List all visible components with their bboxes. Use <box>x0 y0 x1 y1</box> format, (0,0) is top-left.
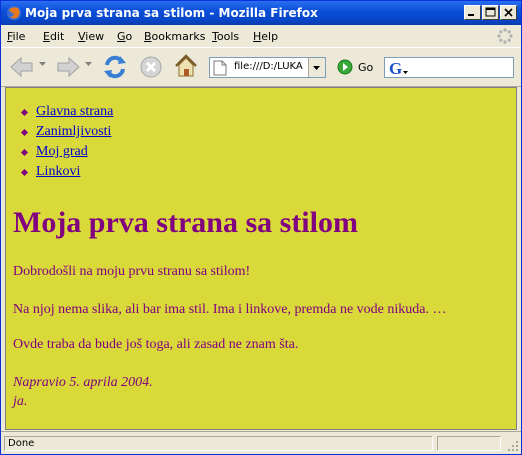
menu-edit[interactable]: Edit <box>43 30 64 43</box>
list-item: Linkovi <box>20 162 113 182</box>
paragraph-more: Ovde traba da bude još toga, ali zasad n… <box>13 337 299 352</box>
home-icon[interactable] <box>173 53 199 79</box>
signature-date: Napravio 5. aprila 2004. <box>13 375 153 390</box>
resize-grip-icon[interactable] <box>507 440 519 452</box>
back-arrow-icon[interactable] <box>9 55 35 79</box>
firefox-icon <box>7 6 21 20</box>
menu-file[interactable]: File <box>7 30 25 43</box>
maximize-icon <box>485 7 496 17</box>
paragraph-welcome: Dobrodošli na moju prvu stranu sa stilom… <box>13 264 251 279</box>
window-title: Moja prva strana sa stilom - Mozilla Fir… <box>25 6 318 20</box>
google-search-icon[interactable]: G <box>388 59 410 77</box>
forward-arrow-icon[interactable] <box>55 55 81 79</box>
menu-tools[interactable]: Tools <box>212 30 239 43</box>
menu-go[interactable]: Go <box>117 30 132 43</box>
address-bar[interactable]: file:///D:/LUKA <box>209 57 326 78</box>
svg-text:G: G <box>389 59 402 77</box>
address-text[interactable]: file:///D:/LUKA <box>234 61 307 72</box>
navigation-toolbar: file:///D:/LUKA Go G <box>1 47 521 87</box>
bullet <box>20 108 29 117</box>
browser-window: Moja prva strana sa stilom - Mozilla Fir… <box>0 0 522 455</box>
bullet <box>20 148 29 157</box>
minimize-button[interactable] <box>464 5 481 20</box>
status-text: Done <box>4 436 433 451</box>
paragraph-style: Na njoj nema slika, ali bar ima stil. Im… <box>13 302 447 317</box>
menu-view[interactable]: View <box>78 30 104 43</box>
nav-link-linkovi[interactable]: Linkovi <box>36 164 80 179</box>
title-bar[interactable]: Moja prva strana sa stilom - Mozilla Fir… <box>1 1 521 25</box>
close-button[interactable] <box>500 5 517 20</box>
list-item: Glavna strana <box>20 102 113 122</box>
bullet <box>20 168 29 177</box>
reload-icon[interactable] <box>101 53 129 81</box>
status-bar: Done <box>1 431 521 454</box>
site-navigation: Glavna strana Zanimljivosti Moj grad Lin… <box>20 102 113 182</box>
throbber-icon <box>497 28 513 44</box>
back-dropdown-icon[interactable] <box>39 62 46 68</box>
close-icon <box>504 8 513 17</box>
page-icon <box>213 60 227 76</box>
bullet <box>20 128 29 137</box>
signature: Napravio 5. aprila 2004. ja. <box>13 373 153 411</box>
signature-author: ja. <box>13 394 28 409</box>
page-content: Glavna strana Zanimljivosti Moj grad Lin… <box>5 87 517 430</box>
nav-link-moj-grad[interactable]: Moj grad <box>36 144 88 159</box>
search-box[interactable]: G <box>384 57 514 78</box>
forward-dropdown-icon[interactable] <box>85 62 92 68</box>
stop-icon[interactable] <box>139 55 163 79</box>
go-button[interactable]: Go <box>358 61 373 74</box>
menu-bookmarks[interactable]: Bookmarks <box>144 30 205 43</box>
menu-bar: File Edit View Go Bookmarks Tools Help <box>1 26 521 46</box>
chevron-down-icon <box>313 66 320 70</box>
menu-help[interactable]: Help <box>253 30 278 43</box>
go-arrow-icon[interactable] <box>337 59 353 75</box>
status-panel <box>437 436 501 451</box>
list-item: Zanimljivosti <box>20 122 113 142</box>
nav-link-zanimljivosti[interactable]: Zanimljivosti <box>36 124 111 139</box>
list-item: Moj grad <box>20 142 113 162</box>
minimize-icon <box>468 14 474 16</box>
maximize-button[interactable] <box>482 5 499 20</box>
nav-link-glavna-strana[interactable]: Glavna strana <box>36 104 113 119</box>
page-heading: Moja prva strana sa stilom <box>13 206 358 239</box>
address-dropdown-button[interactable] <box>308 58 325 77</box>
